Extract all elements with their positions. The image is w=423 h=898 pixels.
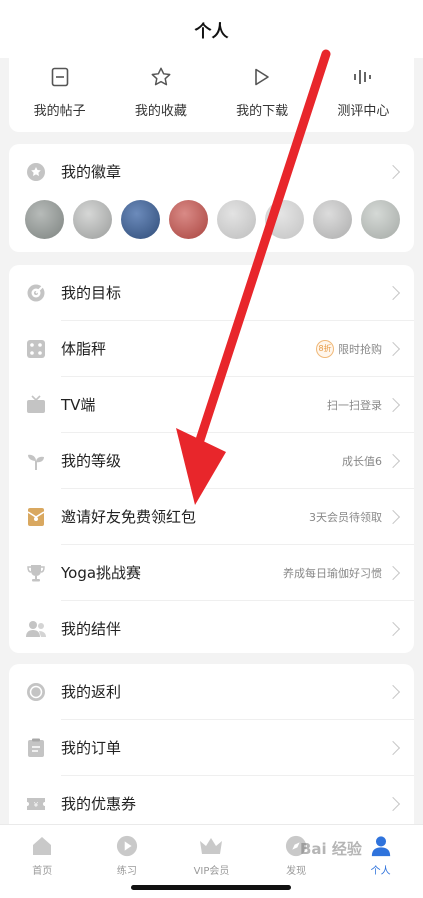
shortcut-label: 测评中心 — [337, 103, 390, 119]
red-envelope-icon — [25, 506, 47, 528]
chevron-right-icon — [385, 509, 401, 524]
chevron-right-icon — [385, 285, 401, 300]
shortcut-assessment-center[interactable]: 测评中心 — [313, 50, 414, 132]
crown-icon — [200, 838, 223, 854]
tab-label: VIP会员 — [193, 866, 230, 877]
watermark: Bai 经验 — [300, 840, 362, 858]
chevron-right-icon — [385, 397, 401, 412]
badge-8[interactable] — [361, 200, 400, 239]
badge-7[interactable] — [313, 200, 352, 239]
tab-label: 个人 — [370, 866, 391, 877]
home-indicator — [131, 885, 291, 890]
features-list: 我的目标 体脂秤 8折 限时抢购 TV端 扫一扫登录 我的等级 成长值6 邀请好… — [9, 265, 414, 653]
chevron-right-icon — [385, 164, 401, 179]
my-level-row[interactable]: 我的等级 成长值6 — [9, 433, 414, 488]
row-note: 扫一扫登录 — [327, 398, 382, 412]
page-title: 个人 — [194, 21, 229, 42]
row-note: 3天会员待领取 — [309, 510, 382, 524]
sprout-icon — [25, 450, 47, 472]
row-label: Yoga挑战赛 — [61, 564, 142, 582]
order-icon — [25, 737, 47, 759]
badge-5[interactable] — [217, 200, 256, 239]
svg-text:¥: ¥ — [34, 801, 39, 809]
trophy-icon — [25, 562, 47, 584]
my-rebates-row[interactable]: 我的返利 — [9, 664, 414, 719]
yoga-challenge-row[interactable]: Yoga挑战赛 养成每日瑜伽好习惯 — [9, 545, 414, 600]
body-fat-scale-row[interactable]: 体脂秤 8折 限时抢购 — [9, 321, 414, 376]
tab-home[interactable]: 首页 — [0, 825, 85, 898]
row-note: 限时抢购 — [338, 342, 382, 356]
rebate-icon — [25, 681, 47, 703]
shortcut-my-downloads[interactable]: 我的下载 — [212, 50, 313, 132]
commerce-list: 我的返利 我的订单 ¥ 我的优惠券 — [9, 664, 414, 824]
shortcut-label: 我的下载 — [236, 103, 289, 119]
shortcut-label: 我的帖子 — [33, 103, 86, 119]
badge-4[interactable] — [169, 200, 208, 239]
target-icon — [25, 282, 47, 304]
home-icon — [33, 837, 52, 855]
tv-row[interactable]: TV端 扫一扫登录 — [9, 377, 414, 432]
badge-1[interactable] — [25, 200, 64, 239]
download-play-icon — [251, 66, 273, 88]
shortcuts-card: 我的帖子 我的收藏 我的下载 测评中心 — [9, 50, 414, 132]
medal-icon — [25, 161, 47, 183]
post-icon — [49, 66, 71, 88]
row-label: 我的返利 — [61, 683, 122, 701]
scale-icon — [25, 338, 47, 360]
shortcut-my-posts[interactable]: 我的帖子 — [9, 50, 110, 132]
assessment-icon — [352, 66, 374, 88]
badge-6[interactable] — [265, 200, 304, 239]
chevron-right-icon — [385, 453, 401, 468]
partner-icon — [25, 618, 47, 640]
tab-label: 首页 — [32, 866, 53, 877]
star-icon — [150, 66, 172, 88]
row-note: 成长值6 — [342, 454, 382, 468]
row-note: 养成每日瑜伽好习惯 — [283, 566, 382, 580]
row-label: 我的等级 — [61, 452, 122, 470]
badges-card[interactable]: 我的徽章 — [9, 144, 414, 252]
row-label: 我的结伴 — [61, 620, 122, 638]
row-label: 体脂秤 — [61, 340, 107, 358]
chevron-right-icon — [385, 796, 401, 811]
chevron-right-icon — [385, 565, 401, 580]
my-goals-row[interactable]: 我的目标 — [9, 265, 414, 320]
row-label: 我的徽章 — [61, 163, 122, 181]
discount-icon: 8折 — [316, 339, 334, 358]
shortcut-label: 我的收藏 — [134, 103, 187, 119]
chevron-right-icon — [385, 684, 401, 699]
promo-tag: 8折 限时抢购 — [316, 339, 388, 358]
tab-label: 发现 — [286, 866, 307, 877]
row-label: 我的优惠券 — [61, 795, 137, 813]
chevron-right-icon — [385, 740, 401, 755]
badge-list — [25, 200, 400, 239]
my-orders-row[interactable]: 我的订单 — [9, 720, 414, 775]
invite-friends-row[interactable]: 邀请好友免费领红包 3天会员待领取 — [9, 489, 414, 544]
shortcut-my-favorites[interactable]: 我的收藏 — [110, 50, 211, 132]
tab-label: 练习 — [116, 866, 137, 877]
person-icon — [371, 836, 390, 857]
my-coupons-row[interactable]: ¥ 我的优惠券 — [9, 776, 414, 831]
badge-2[interactable] — [73, 200, 112, 239]
row-label: 邀请好友免费领红包 — [61, 508, 197, 526]
my-badges-row[interactable]: 我的徽章 — [9, 144, 414, 199]
row-label: TV端 — [61, 396, 96, 414]
chevron-right-icon — [385, 341, 401, 356]
play-circle-icon — [116, 835, 137, 857]
my-partners-row[interactable]: 我的结伴 — [9, 601, 414, 656]
badge-3[interactable] — [121, 200, 160, 239]
row-label: 我的订单 — [61, 739, 122, 757]
tab-profile[interactable]: 个人 — [338, 825, 423, 898]
chevron-right-icon — [385, 621, 401, 636]
coupon-icon: ¥ — [25, 793, 47, 815]
row-label: 我的目标 — [61, 284, 122, 302]
tv-icon — [25, 394, 47, 416]
